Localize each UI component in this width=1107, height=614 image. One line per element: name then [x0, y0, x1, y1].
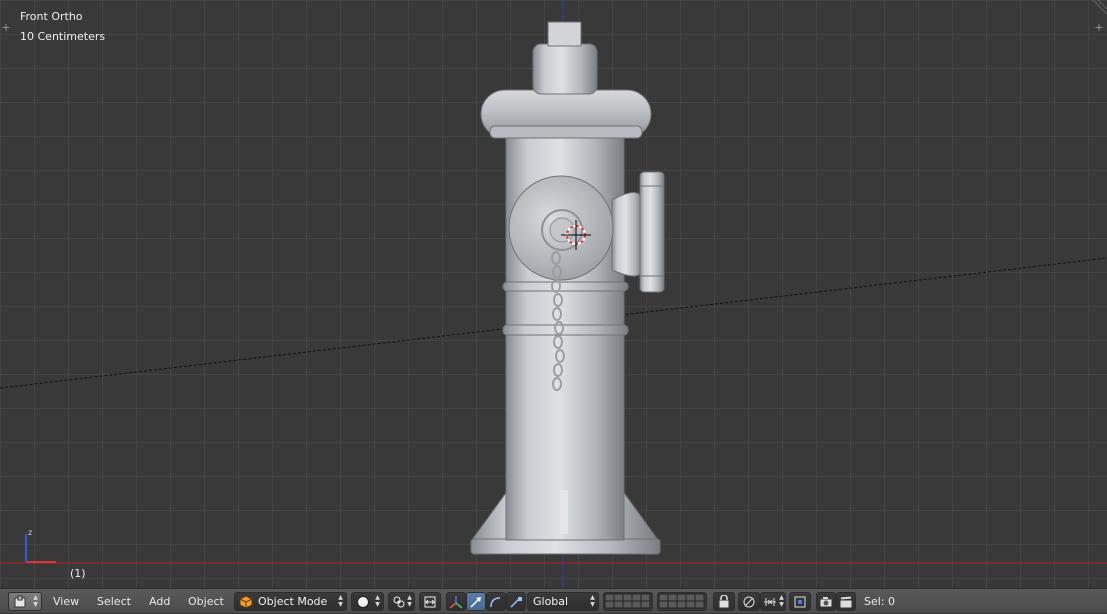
layers-icon — [658, 593, 705, 609]
selection-status: Sel: 0 — [864, 595, 896, 608]
rotate-button[interactable] — [486, 592, 506, 611]
scene-canvas[interactable] — [0, 0, 1107, 588]
translate-button[interactable] — [466, 592, 486, 611]
editor-type-selector[interactable]: ▲ ▼ — [8, 592, 42, 611]
menu-select[interactable]: Select — [97, 593, 131, 610]
hydrant-top-nut — [547, 21, 582, 47]
dropdown-arrows-icon: ▲ ▼ — [590, 594, 595, 608]
menu-view[interactable]: View — [53, 593, 79, 610]
object-icon — [239, 595, 253, 609]
transform-orientation-dropdown[interactable]: Global ▲ ▼ — [527, 592, 599, 611]
lock-camera-button[interactable] — [713, 592, 735, 611]
hydrant-side-outlet — [611, 192, 643, 277]
snap-target-icon — [794, 596, 806, 608]
axes-manipulator-icon — [449, 596, 463, 609]
layers-icon — [604, 593, 651, 609]
snap-element-dropdown[interactable]: ▲ ▼ — [760, 592, 786, 611]
layers-group-2[interactable] — [657, 592, 707, 611]
region-expand-right-icon[interactable]: + — [1093, 22, 1105, 34]
mode-dropdown-label: Object Mode — [258, 595, 328, 608]
snap-icon — [764, 598, 776, 606]
clapper-icon — [839, 595, 853, 609]
dropdown-arrows-icon: ▲ ▼ — [779, 594, 784, 608]
hydrant-ring-lower — [502, 324, 629, 336]
dropdown-arrows-icon: ▲ ▼ — [33, 594, 38, 608]
pivot-point-dropdown[interactable]: ▲ ▼ — [388, 592, 415, 611]
render-button[interactable] — [816, 592, 836, 611]
hydrant-side-cap — [639, 171, 665, 293]
dropdown-arrows-icon: ▲ ▼ — [338, 594, 343, 608]
layers-group-1[interactable] — [603, 592, 653, 611]
viewport-shading-dropdown[interactable]: ▲ ▼ — [351, 592, 384, 611]
dropdown-arrows-icon: ▲ ▼ — [375, 594, 380, 608]
proportional-edit-icon — [743, 596, 755, 608]
mode-dropdown[interactable]: Object Mode ▲ ▼ — [234, 592, 347, 611]
rotate-icon — [490, 597, 501, 608]
menu-object[interactable]: Object — [188, 593, 224, 610]
scale-icon — [510, 597, 522, 608]
manipulator-toggle-icon — [424, 596, 436, 608]
3d-viewport[interactable]: Front Ortho 10 Centimeters (1) z + + — [0, 0, 1107, 588]
render-icon — [819, 597, 833, 608]
menu-add[interactable]: Add — [149, 593, 170, 610]
transform-orientation-label: Global — [533, 595, 569, 608]
frame-label: (1) — [70, 567, 86, 580]
region-expand-left-icon[interactable]: + — [0, 22, 12, 34]
editor-type-3d-icon — [14, 595, 26, 608]
grid-scale-label: 10 Centimeters — [20, 30, 106, 43]
transform-axes-button[interactable] — [446, 592, 466, 611]
pivot-point-icon — [393, 596, 405, 608]
area-split-corner-icon[interactable] — [1090, 0, 1107, 17]
hydrant-model — [470, 21, 665, 555]
hydrant-base-ring — [470, 538, 661, 555]
scale-button[interactable] — [506, 592, 526, 611]
snap-target-button[interactable] — [789, 592, 811, 611]
hydrant-ring-upper — [502, 281, 629, 292]
shading-solid-icon — [357, 596, 369, 608]
lock-camera-icon — [718, 595, 730, 609]
viewport-header: ▲ ▼ View Select Add Object Object Mode ▲ ▼… — [0, 588, 1107, 613]
proportional-edit-button[interactable] — [738, 592, 760, 611]
view-name-label: Front Ortho — [20, 10, 83, 23]
dropdown-arrows-icon: ▲ ▼ — [407, 594, 412, 608]
hydrant-top-cylinder — [532, 43, 598, 95]
axis-z-label: z — [28, 528, 33, 537]
manipulator-toggle-button[interactable] — [419, 592, 441, 611]
translate-icon — [470, 597, 481, 608]
render-animation-button[interactable] — [836, 592, 856, 611]
